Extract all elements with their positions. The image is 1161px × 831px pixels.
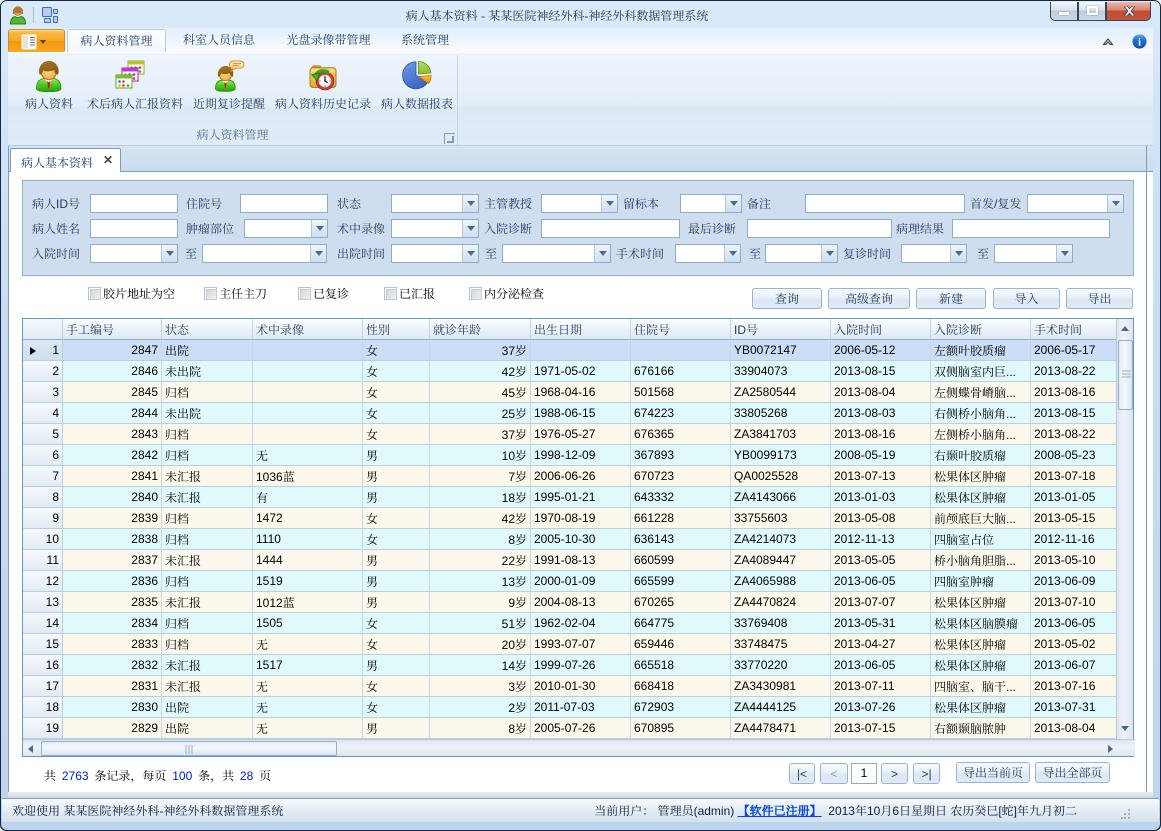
svg-text:i: i <box>1138 37 1141 49</box>
